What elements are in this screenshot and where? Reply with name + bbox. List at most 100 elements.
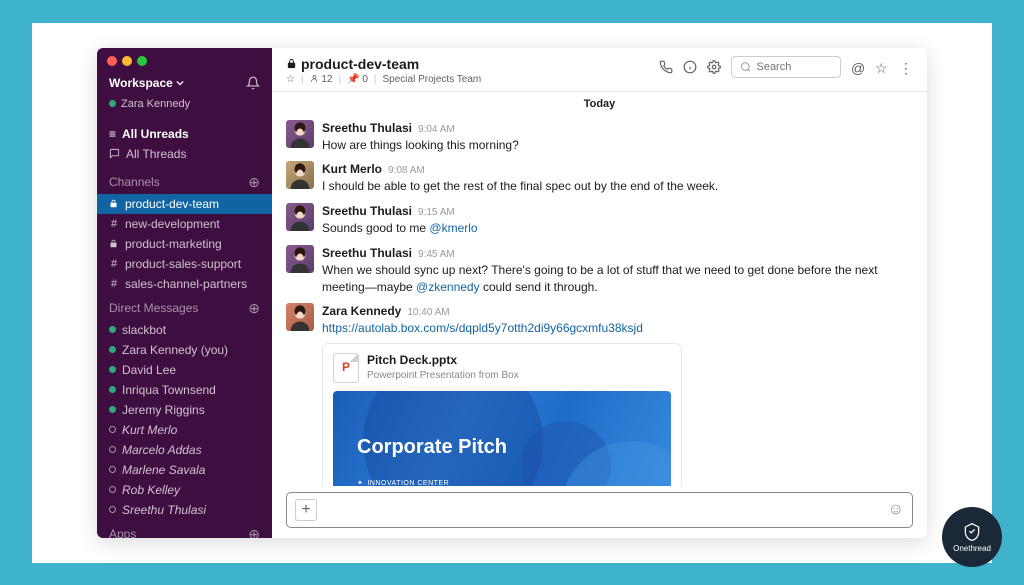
outer-frame: Workspace Zara Kennedy ≡ All Unreads All… [32,23,992,563]
all-threads-label: All Threads [126,147,186,161]
presence-icon [109,406,116,413]
message-author[interactable]: Sreethu Thulasi [322,245,412,262]
presence-icon [109,346,116,353]
avatar[interactable] [286,303,314,331]
lock-icon [109,199,119,208]
all-unreads[interactable]: ≡ All Unreads [97,124,272,144]
preview-logo: ✦INNOVATION CENTER [357,479,647,485]
message-link[interactable]: https://autolab.box.com/s/dqpld5y7otth2d… [322,321,643,335]
notifications-icon[interactable] [246,76,260,90]
avatar[interactable] [286,120,314,148]
all-unreads-label: All Unreads [122,127,189,141]
message-time: 9:08 AM [388,164,425,178]
app-window: Workspace Zara Kennedy ≡ All Unreads All… [97,48,927,538]
dm-name: Inriqua Townsend [122,383,216,397]
channel-item[interactable]: #product-sales-support [97,254,272,274]
channel-item[interactable]: #sales-channel-partners [97,274,272,294]
brand-name: Onethread [953,544,991,553]
message-time: 9:15 AM [418,206,455,220]
sidebar: Workspace Zara Kennedy ≡ All Unreads All… [97,48,272,538]
dm-item[interactable]: slackbot [97,320,272,340]
search-input[interactable] [756,61,832,73]
avatar[interactable] [286,245,314,273]
more-icon[interactable]: ⋮ [899,60,913,74]
file-attachment[interactable]: P Pitch Deck.pptx Powerpoint Presentatio… [322,343,682,485]
all-threads[interactable]: All Threads [97,144,272,164]
hash-icon: # [109,258,119,270]
mentions-icon[interactable]: @ [851,60,865,74]
presence-icon [109,486,116,493]
avatar[interactable] [286,161,314,189]
dm-item[interactable]: Marcelo Addas [97,440,272,460]
message-author[interactable]: Kurt Merlo [322,161,382,178]
presence-icon [109,426,116,433]
message: Zara Kennedy 10:40 AM https://autolab.bo… [286,299,913,485]
channel-name: product-dev-team [125,197,219,211]
mention[interactable]: @kmerlo [429,221,477,235]
current-user-name: Zara Kennedy [121,98,190,110]
channel-header: product-dev-team ☆| 12| 📌 0| Special Pro… [272,48,927,92]
lock-icon [109,239,119,248]
message: Sreethu Thulasi 9:45 AM When we should s… [286,241,913,300]
add-channel-button[interactable]: ⊕ [248,174,260,191]
member-count[interactable]: 12 [310,74,333,85]
presence-icon [109,506,116,513]
message-time: 9:45 AM [418,248,455,262]
info-icon[interactable] [683,60,697,74]
current-user: Zara Kennedy [97,98,272,120]
hash-icon: # [109,278,119,290]
channel-item[interactable]: product-marketing [97,234,272,254]
settings-icon[interactable] [707,60,721,74]
message-text: Sounds good to me @kmerlo [322,220,913,237]
pin-count[interactable]: 📌 0 [347,74,368,85]
maximize-window-icon[interactable] [137,56,147,66]
message-author[interactable]: Sreethu Thulasi [322,203,412,220]
search-icon [740,60,751,74]
channel-title[interactable]: product-dev-team [286,56,481,72]
search-box[interactable] [731,56,841,78]
hash-icon: # [109,218,119,230]
dm-name: slackbot [122,323,166,337]
attachment-preview[interactable]: Corporate Pitch ✦INNOVATION CENTER [333,391,671,485]
brand-logo-icon [962,522,982,542]
window-controls [107,56,147,66]
message-composer[interactable]: + ☺ [286,492,913,528]
star-icon[interactable]: ☆ [875,60,889,74]
presence-icon [109,326,116,333]
lock-icon [286,58,297,69]
dm-item[interactable]: Jeremy Riggins [97,400,272,420]
message-input[interactable] [325,503,880,517]
channel-item[interactable]: product-dev-team [97,194,272,214]
dm-item[interactable]: Zara Kennedy (you) [97,340,272,360]
dm-item[interactable]: Marlene Savala [97,460,272,480]
minimize-window-icon[interactable] [122,56,132,66]
avatar[interactable] [286,203,314,231]
call-icon[interactable] [659,60,673,74]
add-dm-button[interactable]: ⊕ [248,300,260,317]
emoji-picker-icon[interactable]: ☺ [888,501,904,519]
add-app-button[interactable]: ⊕ [248,526,260,538]
dm-item[interactable]: Inriqua Townsend [97,380,272,400]
channel-item[interactable]: #new-development [97,214,272,234]
star-channel-icon[interactable]: ☆ [286,74,295,85]
channel-topic[interactable]: Special Projects Team [383,74,482,85]
main-panel: product-dev-team ☆| 12| 📌 0| Special Pro… [272,48,927,538]
dm-item[interactable]: Rob Kelley [97,480,272,500]
workspace-name: Workspace [109,76,173,90]
message-list: Today Sreethu Thulasi 9:04 AM How are th… [272,92,927,486]
close-window-icon[interactable] [107,56,117,66]
message-author[interactable]: Zara Kennedy [322,303,401,320]
mention[interactable]: @zkennedy [416,280,480,294]
dm-item[interactable]: Kurt Merlo [97,420,272,440]
dm-item[interactable]: Sreethu Thulasi [97,500,272,520]
workspace-switcher[interactable]: Workspace [97,72,272,98]
dm-item[interactable]: David Lee [97,360,272,380]
dm-name: Marcelo Addas [122,443,202,457]
attachment-filename: Pitch Deck.pptx [367,352,519,369]
dm-name: Kurt Merlo [122,423,177,437]
message-text: How are things looking this morning? [322,137,913,154]
attach-button[interactable]: + [295,499,317,521]
message-author[interactable]: Sreethu Thulasi [322,120,412,137]
message-text: When we should sync up next? There's goi… [322,262,913,296]
message: Sreethu Thulasi 9:15 AM Sounds good to m… [286,199,913,241]
